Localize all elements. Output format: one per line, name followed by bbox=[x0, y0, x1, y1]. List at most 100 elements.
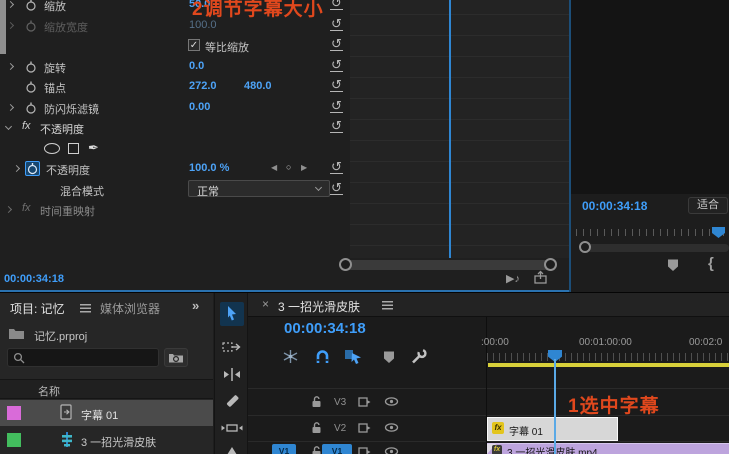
stopwatch-icon[interactable] bbox=[25, 0, 37, 11]
play-audio-icon[interactable]: ▶♪ bbox=[506, 272, 520, 285]
timeline-marker-icon[interactable] bbox=[382, 350, 396, 364]
snap-magnet-icon[interactable] bbox=[314, 348, 331, 365]
panel-menu-icon[interactable] bbox=[382, 301, 393, 310]
add-marker-icon[interactable] bbox=[666, 258, 680, 272]
reset-icon[interactable]: ↺ bbox=[330, 101, 343, 113]
reset-icon[interactable]: ↺ bbox=[330, 80, 343, 92]
program-timecode[interactable]: 00:00:34:18 bbox=[582, 199, 647, 213]
prev-keyframe-icon[interactable]: ◀ bbox=[271, 163, 277, 172]
list-item-subtitle[interactable]: 字幕 01 bbox=[0, 400, 213, 426]
expand-chevron-icon[interactable] bbox=[5, 206, 12, 213]
track-lock-icon[interactable] bbox=[310, 395, 323, 408]
search-input[interactable] bbox=[28, 350, 154, 365]
stopwatch-icon[interactable] bbox=[25, 61, 37, 73]
opacity-value[interactable]: 100.0 % bbox=[189, 162, 229, 174]
reset-icon[interactable]: ↺ bbox=[330, 60, 343, 72]
ec-zoom-scrollbar[interactable] bbox=[343, 260, 553, 270]
nest-sequence-icon[interactable] bbox=[282, 348, 299, 365]
row-anchor-point: 锚点 272.0 480.0 ↺ bbox=[0, 76, 360, 96]
tab-overflow-icon[interactable]: » bbox=[192, 298, 199, 313]
label-color-swatch[interactable] bbox=[7, 433, 21, 447]
search-field[interactable] bbox=[7, 348, 159, 367]
rect-mask-icon[interactable] bbox=[68, 143, 79, 154]
track-lock-icon[interactable] bbox=[310, 421, 323, 434]
next-keyframe-icon[interactable]: ▶ bbox=[301, 163, 307, 172]
clip-video[interactable]: fx 3 一招光滑皮肤.mp4 bbox=[487, 443, 729, 454]
list-item-sequence[interactable]: 3 一招光滑皮肤 bbox=[0, 427, 213, 453]
track-select-forward-tool[interactable] bbox=[222, 339, 242, 355]
search-in-bin-button[interactable] bbox=[164, 348, 188, 367]
program-scroll-handle[interactable] bbox=[579, 241, 591, 253]
name-column-header[interactable]: 名称 bbox=[38, 383, 60, 399]
source-patch-v1[interactable]: V1 bbox=[272, 444, 296, 454]
tab-project[interactable]: 项目: 记忆 bbox=[10, 300, 65, 317]
ellipse-mask-icon[interactable] bbox=[44, 143, 60, 154]
stopwatch-icon[interactable] bbox=[25, 102, 37, 114]
blend-mode-select[interactable]: 正常 bbox=[188, 180, 330, 197]
track-output-eye-icon[interactable] bbox=[384, 395, 399, 408]
project-file-name[interactable]: 记忆.prproj bbox=[34, 328, 87, 344]
effect-controls-panel: 缩放 50.0 ↺ 缩放宽度 100.0 ↺ ✓ 等比缩放 ↺ 旋转 0.0 ↺ bbox=[0, 0, 569, 292]
stopwatch-icon[interactable] bbox=[25, 81, 37, 93]
ripple-edit-tool[interactable] bbox=[222, 367, 242, 382]
list-header[interactable]: 名称 bbox=[0, 379, 213, 399]
timeline-settings-wrench-icon[interactable] bbox=[410, 348, 428, 365]
reset-icon[interactable]: ↺ bbox=[330, 19, 343, 31]
reset-icon[interactable]: ↺ bbox=[330, 162, 343, 174]
expand-chevron-icon[interactable] bbox=[7, 104, 14, 111]
linked-selection-icon[interactable] bbox=[344, 348, 363, 365]
sync-lock-icon[interactable] bbox=[358, 446, 372, 454]
export-frame-icon[interactable] bbox=[533, 270, 548, 285]
expand-chevron-icon[interactable] bbox=[7, 63, 14, 70]
pen-mask-icon[interactable]: ✒ bbox=[88, 140, 99, 156]
mark-in-icon[interactable]: { bbox=[708, 255, 714, 272]
track-label[interactable]: V2 bbox=[334, 423, 346, 434]
expand-chevron-icon[interactable] bbox=[7, 22, 14, 29]
label-color-swatch[interactable] bbox=[7, 406, 21, 420]
close-tab-icon[interactable]: × bbox=[262, 297, 269, 311]
stopwatch-toggled-icon[interactable] bbox=[25, 161, 40, 176]
program-video-area[interactable] bbox=[571, 0, 729, 194]
reset-icon[interactable]: ↺ bbox=[330, 121, 343, 133]
selection-tool[interactable] bbox=[220, 302, 244, 326]
timeline-tab-label[interactable]: 3 一招光滑皮肤 bbox=[278, 298, 360, 315]
razor-tool[interactable] bbox=[224, 393, 240, 409]
fit-dropdown[interactable]: 适合 bbox=[688, 197, 728, 214]
slip-tool[interactable] bbox=[221, 420, 243, 435]
program-playhead-marker[interactable] bbox=[712, 227, 725, 238]
program-scrollbar[interactable] bbox=[587, 244, 729, 252]
reset-icon[interactable]: ↺ bbox=[330, 183, 343, 195]
program-time-ruler[interactable] bbox=[576, 229, 729, 236]
pen-tool[interactable] bbox=[226, 447, 238, 454]
timeline-timecode[interactable]: 00:00:34:18 bbox=[284, 320, 366, 337]
work-area-bar[interactable] bbox=[488, 363, 729, 367]
track-output-eye-icon[interactable] bbox=[384, 445, 399, 454]
tab-media-browser[interactable]: 媒体浏览器 bbox=[100, 300, 160, 317]
ec-zoom-handle-left[interactable] bbox=[339, 258, 352, 271]
clip-subtitle[interactable]: fx 字幕 01 bbox=[487, 417, 618, 441]
ec-timecode[interactable]: 00:00:34:18 bbox=[4, 273, 64, 285]
anchor-y-value[interactable]: 480.0 bbox=[244, 80, 272, 92]
anchor-x-value[interactable]: 272.0 bbox=[189, 80, 217, 92]
add-keyframe-icon[interactable]: ○ bbox=[286, 162, 291, 172]
antiflicker-value[interactable]: 0.00 bbox=[189, 101, 210, 113]
track-target-v1[interactable]: V1 bbox=[322, 444, 352, 454]
reset-icon[interactable]: ↺ bbox=[330, 0, 343, 10]
track-label[interactable]: V3 bbox=[334, 397, 346, 408]
sync-lock-icon[interactable] bbox=[358, 422, 372, 434]
program-monitor-panel: 00:00:34:18 适合 { bbox=[571, 0, 729, 292]
ec-playhead-line[interactable] bbox=[449, 0, 451, 258]
item-name[interactable]: 字幕 01 bbox=[81, 407, 118, 423]
sync-lock-icon[interactable] bbox=[358, 396, 372, 408]
rotation-value[interactable]: 0.0 bbox=[189, 60, 204, 72]
uniform-scale-checkbox[interactable]: ✓ bbox=[188, 39, 200, 51]
expand-chevron-icon[interactable] bbox=[7, 1, 14, 8]
item-name[interactable]: 3 一招光滑皮肤 bbox=[81, 434, 156, 450]
timeline-ruler-ticks[interactable] bbox=[487, 353, 729, 361]
expand-chevron-icon[interactable] bbox=[13, 165, 20, 172]
track-output-eye-icon[interactable] bbox=[384, 421, 399, 434]
timeline-playhead-line[interactable] bbox=[554, 359, 556, 454]
panel-menu-icon[interactable] bbox=[80, 304, 91, 313]
collapse-chevron-icon[interactable] bbox=[5, 123, 12, 130]
reset-icon[interactable]: ↺ bbox=[330, 39, 343, 51]
